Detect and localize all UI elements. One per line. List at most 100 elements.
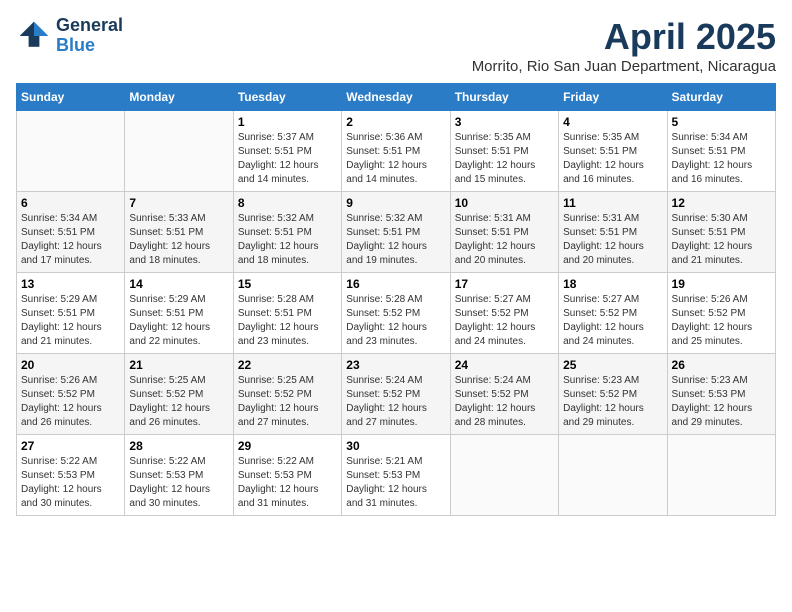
logo-text-line2: Blue [56,36,123,56]
day-info: Sunrise: 5:31 AM Sunset: 5:51 PM Dayligh… [563,212,662,268]
day-number: 3 [455,115,554,129]
weekday-header: Friday [559,84,667,111]
calendar-cell [559,435,667,516]
day-number: 24 [455,358,554,372]
day-info: Sunrise: 5:28 AM Sunset: 5:52 PM Dayligh… [346,293,445,349]
calendar-week-row: 1 Sunrise: 5:37 AM Sunset: 5:51 PM Daylig… [17,111,776,192]
day-info: Sunrise: 5:31 AM Sunset: 5:51 PM Dayligh… [455,212,554,268]
calendar-cell: 21 Sunrise: 5:25 AM Sunset: 5:52 PM Dayli… [125,354,233,435]
calendar-cell: 12 Sunrise: 5:30 AM Sunset: 5:51 PM Dayli… [667,192,775,273]
calendar-cell: 29 Sunrise: 5:22 AM Sunset: 5:53 PM Dayli… [233,435,341,516]
day-info: Sunrise: 5:25 AM Sunset: 5:52 PM Dayligh… [129,374,228,430]
day-info: Sunrise: 5:27 AM Sunset: 5:52 PM Dayligh… [455,293,554,349]
day-info: Sunrise: 5:35 AM Sunset: 5:51 PM Dayligh… [455,131,554,187]
day-info: Sunrise: 5:26 AM Sunset: 5:52 PM Dayligh… [21,374,120,430]
calendar-week-row: 27 Sunrise: 5:22 AM Sunset: 5:53 PM Dayli… [17,435,776,516]
day-number: 25 [563,358,662,372]
calendar-week-row: 20 Sunrise: 5:26 AM Sunset: 5:52 PM Dayli… [17,354,776,435]
day-info: Sunrise: 5:22 AM Sunset: 5:53 PM Dayligh… [21,455,120,511]
day-number: 10 [455,196,554,210]
logo-icon [16,18,52,54]
day-info: Sunrise: 5:29 AM Sunset: 5:51 PM Dayligh… [21,293,120,349]
calendar-cell: 26Sunrise: 5:23 AM Sunset: 5:53 PM Dayli… [667,354,775,435]
calendar-cell: 5 Sunrise: 5:34 AM Sunset: 5:51 PM Daylig… [667,111,775,192]
day-info: Sunrise: 5:36 AM Sunset: 5:51 PM Dayligh… [346,131,445,187]
weekday-header: Tuesday [233,84,341,111]
day-number: 20 [21,358,120,372]
calendar-cell: 30 Sunrise: 5:21 AM Sunset: 5:53 PM Dayli… [342,435,450,516]
day-number: 21 [129,358,228,372]
weekday-header: Wednesday [342,84,450,111]
day-info: Sunrise: 5:34 AM Sunset: 5:51 PM Dayligh… [672,131,771,187]
day-number: 1 [238,115,337,129]
calendar-cell [450,435,558,516]
calendar-week-row: 6 Sunrise: 5:34 AM Sunset: 5:51 PM Daylig… [17,192,776,273]
calendar-cell: 17 Sunrise: 5:27 AM Sunset: 5:52 PM Dayli… [450,273,558,354]
calendar-cell: 15 Sunrise: 5:28 AM Sunset: 5:51 PM Dayli… [233,273,341,354]
day-info: Sunrise: 5:30 AM Sunset: 5:51 PM Dayligh… [672,212,771,268]
calendar-cell: 8Sunrise: 5:32 AM Sunset: 5:51 PM Daylig… [233,192,341,273]
day-info: Sunrise: 5:29 AM Sunset: 5:51 PM Dayligh… [129,293,228,349]
day-number: 18 [563,277,662,291]
day-number: 12 [672,196,771,210]
day-info: Sunrise: 5:33 AM Sunset: 5:51 PM Dayligh… [129,212,228,268]
calendar-cell: 20 Sunrise: 5:26 AM Sunset: 5:52 PM Dayli… [17,354,125,435]
day-number: 16 [346,277,445,291]
day-info: Sunrise: 5:37 AM Sunset: 5:51 PM Dayligh… [238,131,337,187]
weekday-header: Sunday [17,84,125,111]
day-info: Sunrise: 5:22 AM Sunset: 5:53 PM Dayligh… [238,455,337,511]
day-info: Sunrise: 5:28 AM Sunset: 5:51 PM Dayligh… [238,293,337,349]
day-number: 14 [129,277,228,291]
weekday-header: Saturday [667,84,775,111]
calendar-cell: 23Sunrise: 5:24 AM Sunset: 5:52 PM Dayli… [342,354,450,435]
weekday-header: Thursday [450,84,558,111]
calendar-cell: 13Sunrise: 5:29 AM Sunset: 5:51 PM Dayli… [17,273,125,354]
calendar-cell: 14 Sunrise: 5:29 AM Sunset: 5:51 PM Dayli… [125,273,233,354]
calendar-cell: 4 Sunrise: 5:35 AM Sunset: 5:51 PM Daylig… [559,111,667,192]
logo-text-line1: General [56,16,123,36]
calendar-cell: 1 Sunrise: 5:37 AM Sunset: 5:51 PM Daylig… [233,111,341,192]
calendar-cell: 27 Sunrise: 5:22 AM Sunset: 5:53 PM Dayli… [17,435,125,516]
day-info: Sunrise: 5:21 AM Sunset: 5:53 PM Dayligh… [346,455,445,511]
calendar-header: SundayMondayTuesdayWednesdayThursdayFrid… [17,84,776,111]
calendar-cell [17,111,125,192]
calendar-cell [125,111,233,192]
day-info: Sunrise: 5:26 AM Sunset: 5:52 PM Dayligh… [672,293,771,349]
calendar-cell: 25 Sunrise: 5:23 AM Sunset: 5:52 PM Dayli… [559,354,667,435]
day-info: Sunrise: 5:25 AM Sunset: 5:52 PM Dayligh… [238,374,337,430]
day-info: Sunrise: 5:34 AM Sunset: 5:51 PM Dayligh… [21,212,120,268]
calendar-cell: 16 Sunrise: 5:28 AM Sunset: 5:52 PM Dayli… [342,273,450,354]
day-number: 19 [672,277,771,291]
day-info: Sunrise: 5:35 AM Sunset: 5:51 PM Dayligh… [563,131,662,187]
day-info: Sunrise: 5:22 AM Sunset: 5:53 PM Dayligh… [129,455,228,511]
day-number: 26 [672,358,771,372]
day-number: 9 [346,196,445,210]
day-info: Sunrise: 5:32 AM Sunset: 5:51 PM Dayligh… [238,212,337,268]
day-info: Sunrise: 5:23 AM Sunset: 5:52 PM Dayligh… [563,374,662,430]
logo: General Blue [16,16,123,56]
day-number: 11 [563,196,662,210]
calendar-cell: 11 Sunrise: 5:31 AM Sunset: 5:51 PM Dayli… [559,192,667,273]
day-number: 15 [238,277,337,291]
calendar-cell: 28Sunrise: 5:22 AM Sunset: 5:53 PM Dayli… [125,435,233,516]
day-info: Sunrise: 5:32 AM Sunset: 5:51 PM Dayligh… [346,212,445,268]
day-number: 27 [21,439,120,453]
calendar-cell: 7Sunrise: 5:33 AM Sunset: 5:51 PM Daylig… [125,192,233,273]
day-number: 30 [346,439,445,453]
weekday-header: Monday [125,84,233,111]
day-number: 29 [238,439,337,453]
day-number: 5 [672,115,771,129]
calendar-cell: 2Sunrise: 5:36 AM Sunset: 5:51 PM Daylig… [342,111,450,192]
calendar-body: 1 Sunrise: 5:37 AM Sunset: 5:51 PM Daylig… [17,111,776,516]
day-number: 17 [455,277,554,291]
calendar-cell: 3 Sunrise: 5:35 AM Sunset: 5:51 PM Daylig… [450,111,558,192]
location: Morrito, Rio San Juan Department, Nicara… [472,58,776,75]
day-info: Sunrise: 5:24 AM Sunset: 5:52 PM Dayligh… [346,374,445,430]
calendar-cell: 10 Sunrise: 5:31 AM Sunset: 5:51 PM Dayli… [450,192,558,273]
calendar-cell: 18Sunrise: 5:27 AM Sunset: 5:52 PM Dayli… [559,273,667,354]
day-number: 6 [21,196,120,210]
day-number: 4 [563,115,662,129]
calendar-table: SundayMondayTuesdayWednesdayThursdayFrid… [16,83,776,516]
page-header: General Blue April 2025 Morrito, Rio San… [16,16,776,75]
weekday-row: SundayMondayTuesdayWednesdayThursdayFrid… [17,84,776,111]
